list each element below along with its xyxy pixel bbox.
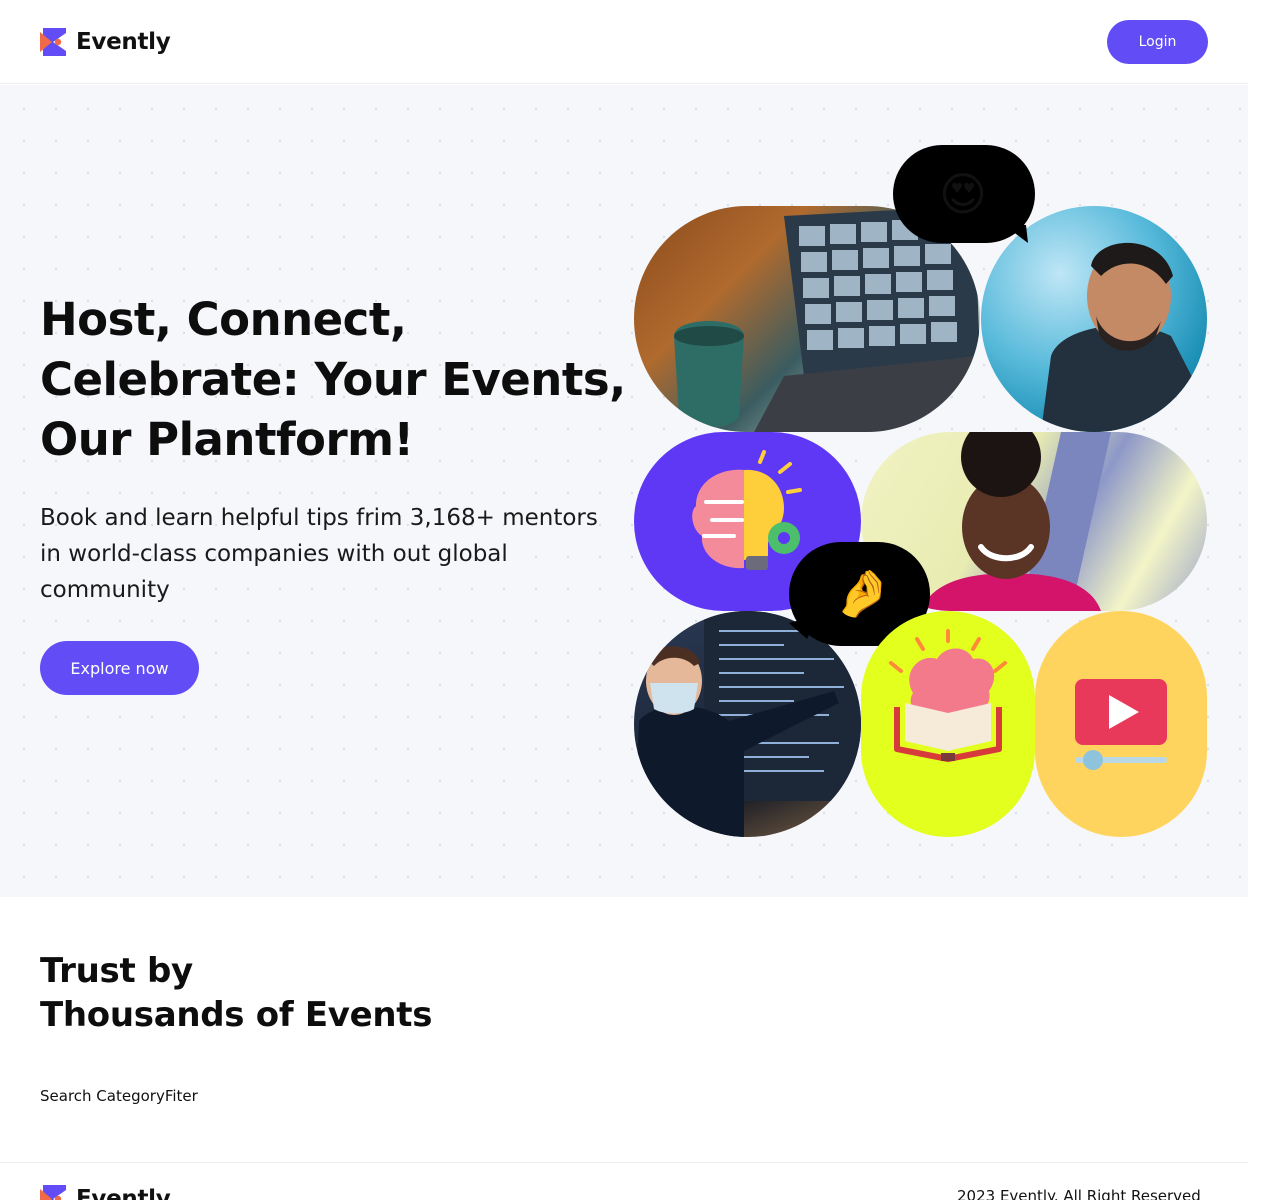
evently-logo-icon <box>40 26 68 58</box>
hero-collage: 😍 🤌 <box>634 145 1214 845</box>
brain-book-icon <box>889 629 1007 762</box>
footer: Evently 2023 Evently. All Right Reserved <box>0 1162 1248 1200</box>
hero-section: Host, Connect, Celebrate: Your Events, O… <box>0 85 1248 897</box>
pinched-fingers-emoji-icon: 🤌 <box>834 566 892 620</box>
code-presenter-image <box>634 611 861 837</box>
speech-bubble-tail-icon <box>1004 225 1028 243</box>
brain-book-illustration <box>861 611 1035 837</box>
speech-bubble-tail-icon <box>789 615 819 639</box>
footer-brand-link[interactable]: Evently <box>40 1183 171 1200</box>
trust-title: Trust by Thousands of Events <box>40 949 640 1037</box>
trust-title-line1: Trust by <box>40 951 193 991</box>
brand-link[interactable]: Evently <box>40 26 171 58</box>
top-header: Evently Login <box>0 0 1248 84</box>
brain-bulb-icon <box>692 450 802 570</box>
heart-eyes-emoji-icon: 😍 <box>939 167 987 221</box>
brand-name: Evently <box>76 29 171 55</box>
trust-title-line2: Thousands of Events <box>40 995 433 1035</box>
copyright-text: 2023 Evently. All Right Reserved <box>957 1187 1201 1200</box>
video-play-icon <box>1075 679 1167 770</box>
hero-title: Host, Connect, Celebrate: Your Events, O… <box>40 293 626 466</box>
login-button[interactable]: Login <box>1107 20 1208 64</box>
video-player-illustration <box>1035 611 1207 837</box>
search-category-filter[interactable]: Search CategoryFiter <box>40 1087 198 1105</box>
evently-logo-icon <box>40 1183 68 1200</box>
explore-now-button[interactable]: Explore now <box>40 641 199 695</box>
hero-description: Book and learn helpful tips frim 3,168+ … <box>40 505 598 603</box>
footer-brand-name: Evently <box>76 1186 171 1200</box>
